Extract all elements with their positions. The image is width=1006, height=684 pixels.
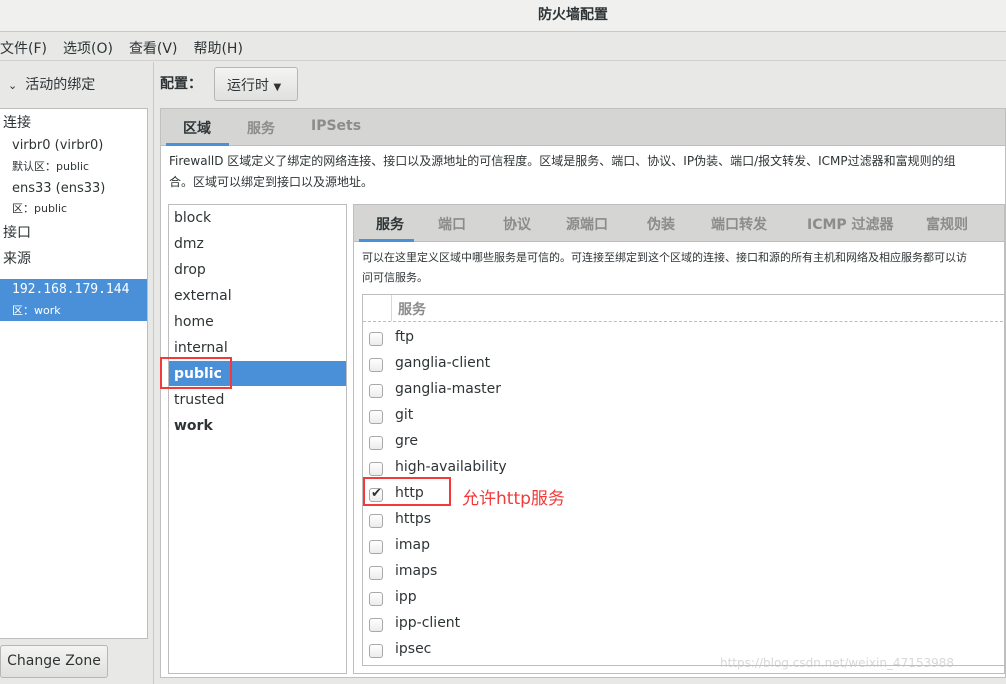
service-name: ganglia-client	[395, 355, 491, 371]
configuration-value: 运行时	[227, 78, 269, 94]
service-checkbox[interactable]	[369, 540, 383, 554]
main-notebook: 区域 服务 IPSets FirewallD 区域定义了绑定的网络连接、接口以及…	[160, 108, 1006, 678]
service-checkbox[interactable]	[369, 566, 383, 580]
tab-services[interactable]: 服务	[247, 118, 275, 138]
window-title: 防火墙配置	[0, 0, 1006, 32]
watermark: https://blog.csdn.net/weixin_47153988	[720, 656, 955, 670]
zone-item[interactable]: drop	[174, 262, 206, 278]
service-name: imap	[395, 537, 430, 553]
active-bindings-expander[interactable]: ⌄ 活动的绑定	[8, 74, 95, 94]
zone-list: block dmz drop external home internal pu…	[168, 204, 347, 674]
tab-source-ports[interactable]: 源端口	[566, 214, 608, 234]
service-description-line: 可以在这里定义区域中哪些服务是可信的。可连接至绑定到这个区域的连接、接口和源的所…	[362, 251, 967, 264]
chevron-down-icon: ⌄	[8, 79, 18, 92]
tab-port-forwarding[interactable]: 端口转发	[711, 214, 767, 234]
main-tab-bar: 区域 服务 IPSets	[161, 109, 1005, 146]
menu-options[interactable]: 选项(O)	[63, 33, 121, 60]
source-address: 192.168.179.144	[12, 282, 130, 297]
active-tab-indicator	[166, 143, 229, 146]
source-zone: 区：work	[12, 304, 61, 317]
tab-ipsets[interactable]: IPSets	[311, 118, 361, 134]
tab-zone-services[interactable]: 服务	[376, 214, 404, 234]
services-table: 服务 ftp ganglia-client ganglia-master git gre…	[362, 294, 1004, 666]
highlight-box-public	[160, 357, 232, 389]
service-description-line: 问可信服务。	[362, 271, 428, 284]
zone-item[interactable]: dmz	[174, 236, 204, 252]
service-checkbox[interactable]	[369, 358, 383, 372]
sources-label: 来源	[3, 251, 31, 267]
annotation-allow-http: 允许http服务	[462, 489, 565, 509]
service-name: ganglia-master	[395, 381, 502, 397]
services-table-header: 服务	[363, 295, 1003, 322]
bindings-list: 连接 virbr0 (virbr0) 默认区：public ens33 (ens…	[0, 108, 148, 639]
connection-zone: 默认区：public	[12, 160, 90, 173]
caret-down-icon: ▼	[273, 82, 282, 93]
service-checkbox[interactable]	[369, 514, 383, 528]
service-name: git	[395, 407, 414, 423]
tab-protocols[interactable]: 协议	[503, 214, 531, 234]
service-checkbox[interactable]	[369, 644, 383, 658]
zone-item[interactable]: home	[174, 314, 214, 330]
configuration-label: 配置：	[160, 76, 202, 92]
services-column-header[interactable]: 服务	[398, 299, 426, 319]
service-name: https	[395, 511, 432, 527]
service-name: high-availability	[395, 459, 507, 475]
zone-item[interactable]: internal	[174, 340, 228, 356]
zone-item[interactable]: trusted	[174, 392, 224, 408]
zone-settings-notebook: 服务 端口 协议 源端口 伪装 端口转发 ICMP 过滤器 富规则 可以在这里定…	[353, 204, 1005, 674]
interfaces-label: 接口	[3, 225, 31, 241]
service-checkbox[interactable]	[369, 462, 383, 476]
service-checkbox[interactable]	[369, 384, 383, 398]
service-checkbox[interactable]	[369, 436, 383, 450]
menu-file[interactable]: 文件(F)	[0, 33, 55, 60]
highlight-box-http	[363, 477, 451, 506]
connection-zone: 区：public	[12, 202, 68, 215]
service-checkbox[interactable]	[369, 618, 383, 632]
service-name: ipp	[395, 589, 417, 605]
zone-item[interactable]: work	[174, 418, 213, 434]
active-tab-indicator	[359, 239, 414, 242]
zone-description-line: 合。区域可以绑定到接口以及源地址。	[169, 175, 374, 189]
connection-item[interactable]: ens33 (ens33)	[12, 181, 105, 196]
active-bindings-pane: ⌄ 活动的绑定 连接 virbr0 (virbr0) 默认区：public ens…	[0, 62, 154, 684]
menu-view[interactable]: 查看(V)	[129, 33, 186, 60]
service-name: ipsec	[395, 641, 432, 657]
tab-rich-rules[interactable]: 富规则	[926, 214, 968, 234]
zone-item[interactable]: block	[174, 210, 211, 226]
tab-icmp-filter[interactable]: ICMP 过滤器	[807, 214, 894, 234]
service-name: ftp	[395, 329, 415, 345]
menu-bar: 文件(F) 选项(O) 查看(V) 帮助(H)	[0, 33, 1006, 61]
configuration-dropdown[interactable]: 运行时 ▼	[214, 67, 298, 101]
service-checkbox[interactable]	[369, 592, 383, 606]
service-name: gre	[395, 433, 418, 449]
zone-item[interactable]: external	[174, 288, 232, 304]
active-bindings-label: 活动的绑定	[25, 77, 96, 93]
service-checkbox[interactable]	[369, 410, 383, 424]
change-zone-button[interactable]: Change Zone	[0, 645, 108, 678]
tab-zones[interactable]: 区域	[183, 118, 211, 138]
connection-item[interactable]: virbr0 (virbr0)	[12, 138, 103, 153]
menu-help[interactable]: 帮助(H)	[193, 33, 250, 60]
service-checkbox[interactable]	[369, 332, 383, 346]
zone-description-line: FirewallD 区域定义了绑定的网络连接、接口以及源地址的可信程度。区域是服…	[169, 154, 956, 168]
service-name: ipp-client	[395, 615, 461, 631]
connections-label: 连接	[3, 115, 31, 131]
tab-ports[interactable]: 端口	[438, 214, 466, 234]
tab-masquerade[interactable]: 伪装	[647, 214, 675, 234]
source-item-selected[interactable]: 192.168.179.144 区：work	[0, 279, 147, 321]
service-name: imaps	[395, 563, 438, 579]
zone-tab-bar: 服务 端口 协议 源端口 伪装 端口转发 ICMP 过滤器 富规则	[354, 205, 1004, 242]
